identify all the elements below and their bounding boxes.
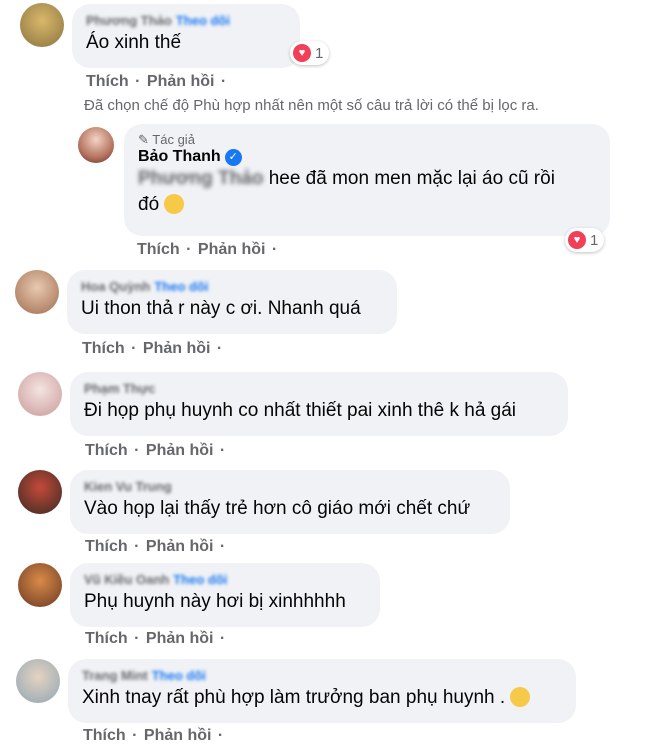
follow-link[interactable]: Theo dõi (152, 668, 206, 683)
reaction-count[interactable]: ♥ 1 (290, 41, 330, 65)
comment-bubble: Phạm Thực Đi họp phụ huynh co nhất thiết… (70, 372, 568, 436)
reaction-count[interactable]: ♥ 1 (565, 228, 605, 252)
reply-button[interactable]: Phản hồi (146, 538, 214, 555)
commenter-name[interactable]: Kien Vu Trung (84, 479, 172, 494)
reply-button[interactable]: Phản hồi (143, 340, 211, 357)
avatar[interactable] (78, 127, 114, 163)
verified-icon: ✓ (224, 149, 242, 166)
reply-button[interactable]: Phản hồi (144, 727, 212, 744)
reply-button[interactable]: Phản hồi (146, 442, 214, 459)
avatar[interactable] (20, 3, 64, 47)
comment-actions: Thích · Phản hồi · (137, 241, 278, 258)
commenter-name[interactable]: Hoa Quỳnh (81, 279, 150, 294)
reply-button[interactable]: Phản hồi (198, 241, 266, 258)
comment-actions: Thích · Phản hồi · (85, 630, 226, 647)
comment-actions: Thích · Phản hồi · (83, 727, 224, 744)
like-button[interactable]: Thích (83, 727, 126, 744)
commenter-name[interactable]: Trang Mint (82, 668, 148, 683)
commenter-name[interactable]: Phạm Thực (84, 381, 156, 396)
follow-link[interactable]: Theo dõi (176, 13, 230, 28)
author-badge: Tác giả (152, 132, 195, 147)
comment-text: Xinh tnay rất phù hợp làm trưởng ban phụ… (82, 687, 506, 708)
comment-bubble: Vũ Kiều Oanh Theo dõi Phụ huynh này hơi b… (70, 563, 380, 627)
comment-text: Ui thon thả r này c ơi. Nhanh quá (81, 298, 361, 319)
comment-text: Phụ huynh này hơi bị xinhhhhh (84, 591, 346, 612)
grinning-emoji-icon (510, 687, 531, 707)
comment-bubble: Phương Thảo Theo dõi Áo xinh thế (72, 4, 300, 68)
heart-icon: ♥ (568, 231, 586, 249)
comment-text: Vào họp lại thấy trẻ hơn cô giáo mới chế… (84, 498, 471, 519)
heart-icon: ♥ (293, 44, 311, 62)
like-button[interactable]: Thích (85, 538, 128, 555)
avatar[interactable] (18, 372, 62, 416)
comment-text: Áo xinh thế (86, 32, 182, 53)
comment-actions: Thích · Phản hồi · (82, 340, 223, 357)
comment-text: hee đã mon men mặc lại áo cũ rồi (268, 168, 555, 189)
comment-bubble: Hoa Quỳnh Theo dõi Ui thon thả r này c ơi… (67, 270, 397, 334)
commenter-name[interactable]: Phương Thảo (86, 13, 172, 28)
like-button[interactable]: Thích (85, 442, 128, 459)
avatar[interactable] (18, 563, 62, 607)
comment-bubble: Trang Mint Theo dõi Xinh tnay rất phù hợp… (68, 659, 576, 723)
comment-actions: Thích · Phản hồi · (85, 442, 226, 459)
filter-note: Đã chọn chế độ Phù hợp nhất nên một số c… (84, 97, 539, 114)
comment-actions: Thích · Phản hồi · (85, 538, 226, 555)
comment-bubble: ✎ Tác giả Bảo Thanh ✓ Phương Thảo hee đã … (124, 124, 610, 236)
like-button[interactable]: Thích (86, 73, 129, 90)
mention-tag[interactable]: Phương Thảo (138, 168, 263, 189)
follow-link[interactable]: Theo dõi (154, 279, 208, 294)
follow-link[interactable]: Theo dõi (173, 572, 227, 587)
pencil-icon: ✎ (138, 132, 149, 147)
reply-button[interactable]: Phản hồi (147, 73, 215, 90)
laughing-emoji-icon (164, 194, 185, 214)
commenter-name[interactable]: Vũ Kiều Oanh (84, 572, 169, 587)
avatar[interactable] (16, 659, 60, 703)
avatar[interactable] (15, 270, 59, 314)
reply-button[interactable]: Phản hồi (146, 630, 214, 647)
comment-text: Đi họp phụ huynh co nhất thiết pai xinh … (84, 400, 517, 421)
like-button[interactable]: Thích (82, 340, 125, 357)
like-button[interactable]: Thích (85, 630, 128, 647)
comment-actions: Thích · Phản hồi · (86, 73, 227, 90)
avatar[interactable] (18, 470, 62, 514)
comment-bubble: Kien Vu Trung Vào họp lại thấy trẻ hơn c… (70, 470, 510, 534)
commenter-name[interactable]: Bảo Thanh (138, 148, 221, 165)
like-button[interactable]: Thích (137, 241, 180, 258)
